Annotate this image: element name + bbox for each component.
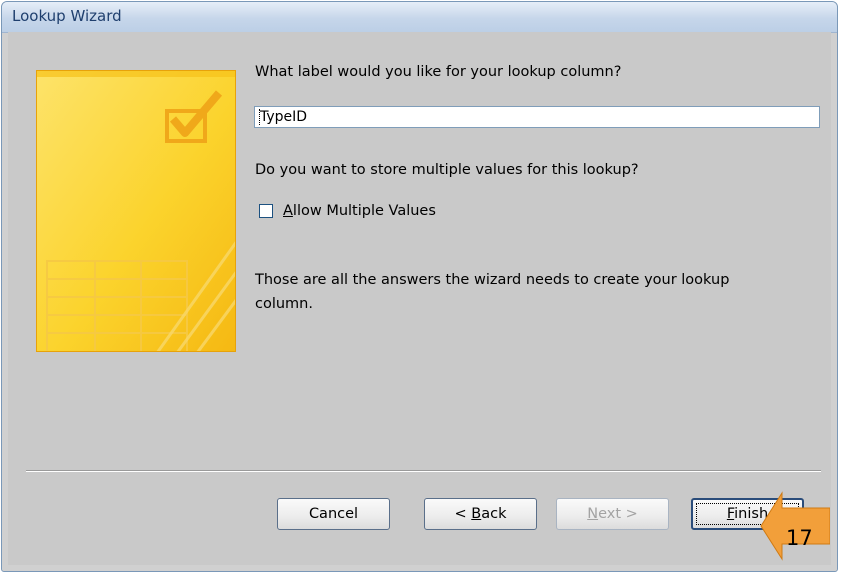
lookup-label-input[interactable]: TypeID	[254, 106, 820, 128]
allow-multiple-rest: llow Multiple Values	[292, 203, 436, 219]
completion-text-line1: Those are all the answers the wizard nee…	[255, 272, 730, 288]
back-button[interactable]: < Back	[424, 498, 537, 530]
next-button[interactable]: Next >	[556, 498, 669, 530]
illustration-graphic	[37, 71, 235, 351]
lookup-label-value: TypeID	[259, 109, 308, 125]
completion-text-line2: column.	[255, 296, 313, 312]
wizard-body: What label would you like for your looku…	[8, 32, 831, 565]
cancel-button[interactable]: Cancel	[277, 498, 390, 530]
lookup-wizard-window: Lookup Wizard What label would you like …	[1, 1, 838, 572]
button-separator	[26, 470, 821, 472]
multiple-values-question: Do you want to store multiple values for…	[255, 162, 639, 178]
label-question: What label would you like for your looku…	[255, 64, 622, 80]
window-title: Lookup Wizard	[12, 7, 122, 25]
step-number: 17	[786, 526, 813, 550]
wizard-illustration	[36, 70, 236, 352]
allow-multiple-values-checkbox[interactable]	[259, 204, 273, 218]
allow-multiple-values-label[interactable]: Allow Multiple Values	[283, 203, 436, 219]
title-bar[interactable]: Lookup Wizard	[2, 2, 837, 33]
step-arrow-icon	[760, 491, 830, 561]
